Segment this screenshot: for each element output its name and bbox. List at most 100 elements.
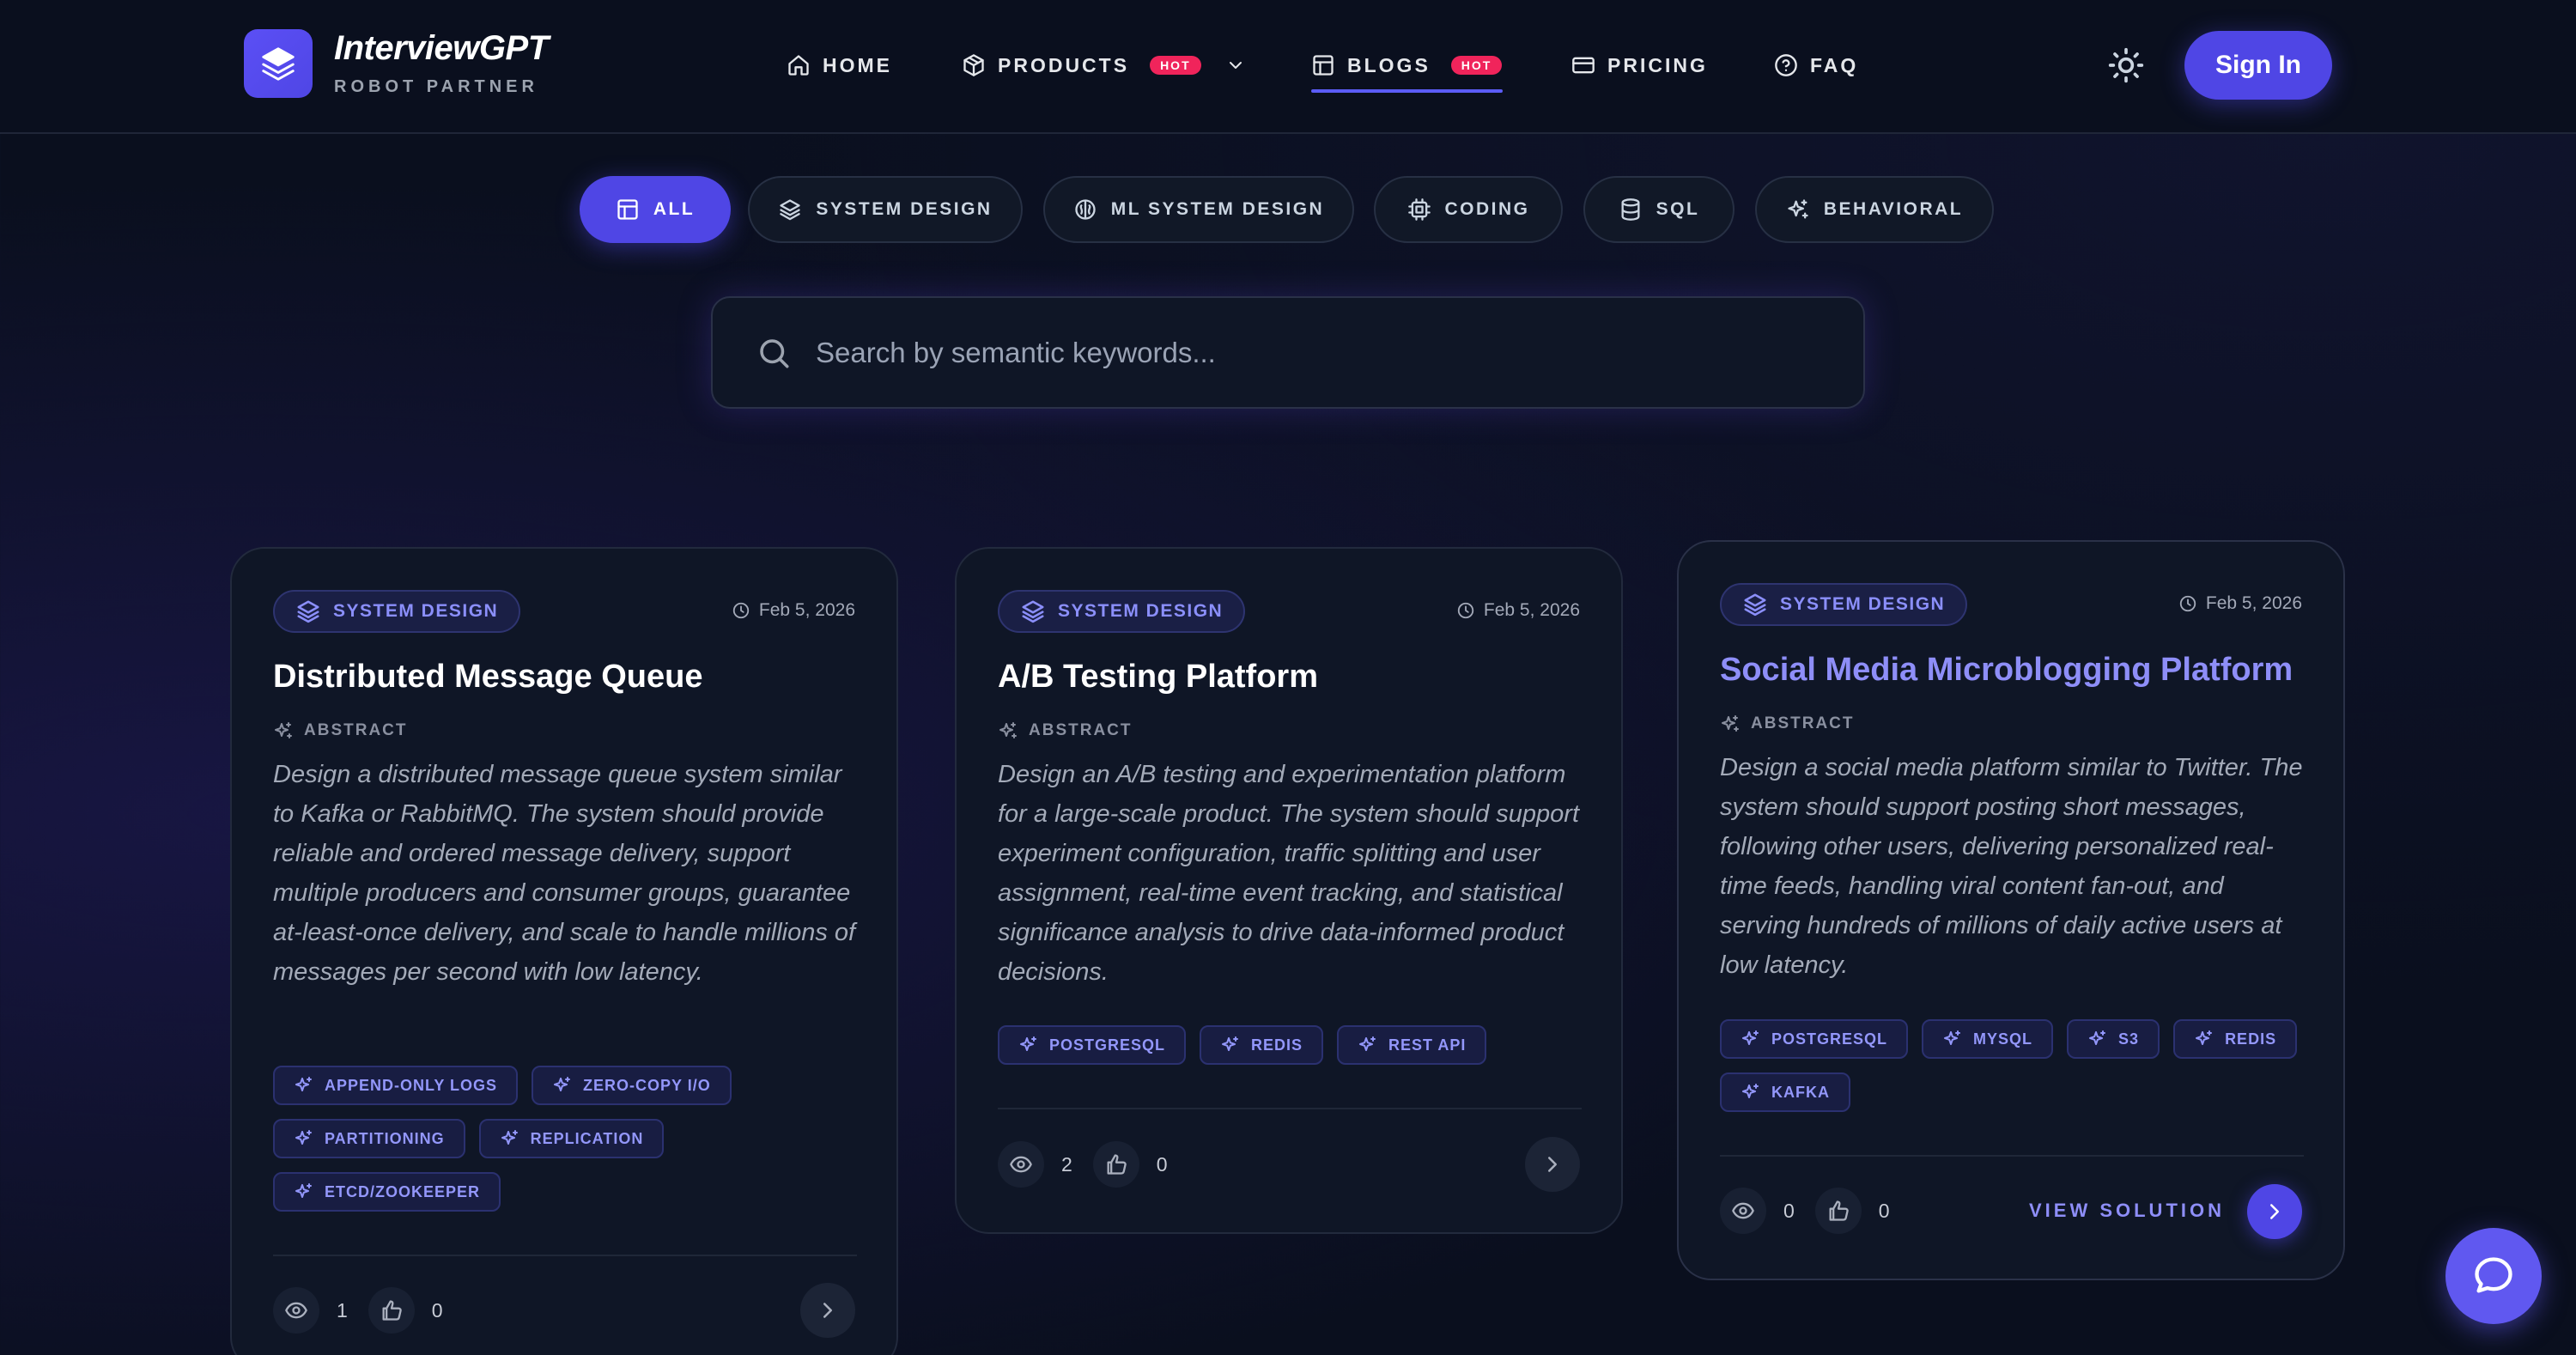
card-description: Design a social media platform similar t… <box>1720 754 2303 979</box>
home-icon <box>788 55 809 76</box>
tag[interactable]: POSTGRESQL <box>998 1025 1187 1065</box>
theme-toggle[interactable] <box>2107 46 2145 84</box>
eye-icon-svg <box>285 1302 307 1319</box>
sparkles-icon <box>1944 1030 1961 1045</box>
filter-coding[interactable]: CODING <box>1374 176 1563 243</box>
layout-icon <box>617 199 638 220</box>
search-input[interactable] <box>816 336 1803 369</box>
nav-faq[interactable]: FAQ <box>1774 50 1858 81</box>
help-circle-icon <box>1775 54 1797 76</box>
database-icon <box>1621 198 1640 221</box>
box-icon <box>963 54 984 76</box>
likes-stat[interactable]: 0 <box>1814 1188 1890 1234</box>
tag-list: POSTGRESQL MYSQL S3 REDIS KAFKA <box>1720 1019 2312 1112</box>
tag[interactable]: KAFKA <box>1720 1072 1850 1112</box>
likes-count: 0 <box>1878 1199 1890 1222</box>
layers-icon <box>780 199 801 221</box>
nav-pricing[interactable]: PRICING <box>1571 50 1708 81</box>
tag[interactable]: REST API <box>1337 1025 1487 1065</box>
sparkles-icon <box>1020 1036 1036 1051</box>
nav-active-indicator <box>1311 89 1503 93</box>
views-stat: 2 <box>998 1141 1072 1188</box>
sign-in-button[interactable]: Sign In <box>2184 31 2332 100</box>
abstract-label: ABSTRACT <box>998 720 1133 741</box>
filter-all[interactable]: ALL <box>580 176 731 243</box>
sun-icon <box>2108 47 2144 83</box>
likes-stat[interactable]: 0 <box>368 1287 443 1334</box>
layers-icon <box>297 600 319 623</box>
tag[interactable]: ETCD/ZOOKEEPER <box>273 1172 501 1212</box>
likes-count: 0 <box>431 1298 443 1322</box>
tag-label: ETCD/ZOOKEEPER <box>325 1182 481 1200</box>
category-label: SYSTEM DESIGN <box>1780 594 1946 614</box>
sparkles-icon <box>295 1130 312 1145</box>
post-date: Feb 5, 2026 <box>1456 600 1580 621</box>
abstract-label-text: ABSTRACT <box>1029 721 1133 739</box>
tag[interactable]: PARTITIONING <box>273 1119 465 1158</box>
card-description: Design an A/B testing and experimentatio… <box>998 761 1579 986</box>
sparkles-icon <box>2196 1030 2213 1045</box>
thumbs-up-icon-svg <box>382 1300 402 1321</box>
eye-icon <box>273 1287 319 1334</box>
category-label: SYSTEM DESIGN <box>333 601 499 621</box>
card-title[interactable]: Distributed Message Queue <box>273 659 702 696</box>
nav-home[interactable]: HOME <box>787 50 892 81</box>
nav-products[interactable]: PRODUCTS HOT <box>962 50 1246 81</box>
category-badge[interactable]: SYSTEM DESIGN <box>998 590 1246 633</box>
views-count: 0 <box>1783 1199 1795 1222</box>
views-count: 2 <box>1061 1152 1072 1176</box>
chevron-down-icon[interactable] <box>1225 55 1246 76</box>
card-stats: 1 0 <box>273 1287 443 1334</box>
thumbs-up-icon-svg <box>1107 1154 1127 1175</box>
filter-sql[interactable]: SQL <box>1583 176 1735 243</box>
chat-button[interactable] <box>2445 1228 2542 1324</box>
layers-icon <box>262 47 295 81</box>
nav-blogs[interactable]: BLOGS HOT <box>1311 50 1503 81</box>
thumbs-up-icon[interactable] <box>1814 1188 1862 1234</box>
category-label: SYSTEM DESIGN <box>1058 601 1224 621</box>
tag[interactable]: REDIS <box>1200 1025 1324 1065</box>
chat-icon <box>2475 1257 2512 1293</box>
category-badge[interactable]: SYSTEM DESIGN <box>1720 583 1968 626</box>
nav-pricing-label: PRICING <box>1607 53 1708 76</box>
card-title[interactable]: A/B Testing Platform <box>998 659 1318 696</box>
filter-behavioral[interactable]: BEHAVIORAL <box>1755 176 1994 243</box>
card-description: Design a distributed message queue syste… <box>273 761 856 986</box>
views-stat: 0 <box>1720 1188 1795 1234</box>
blog-card[interactable]: SYSTEM DESIGN Feb 5, 2026 A/B Testing Pl… <box>955 547 1623 1234</box>
filter-all-label: ALL <box>653 199 696 219</box>
credit-card-icon <box>1572 57 1595 74</box>
thumbs-up-icon[interactable] <box>1092 1141 1139 1188</box>
likes-stat[interactable]: 0 <box>1092 1141 1168 1188</box>
post-date: Feb 5, 2026 <box>2178 593 2302 614</box>
post-date: Feb 5, 2026 <box>732 600 855 621</box>
tag-label: REST API <box>1388 1036 1467 1054</box>
filter-ml-system-design[interactable]: ML SYSTEM DESIGN <box>1043 176 1354 243</box>
tag[interactable]: POSTGRESQL <box>1720 1019 1909 1059</box>
tag[interactable]: S3 <box>2067 1019 2160 1059</box>
filter-sql-label: SQL <box>1656 199 1700 219</box>
view-solution-link[interactable]: VIEW SOLUTION <box>2029 1200 2225 1222</box>
tag[interactable]: REPLICATION <box>478 1119 665 1158</box>
card-title[interactable]: Social Media Microblogging Platform <box>1720 652 2293 689</box>
tag[interactable]: REDIS <box>2173 1019 2298 1059</box>
sparkles-icon <box>999 722 1017 738</box>
thumbs-up-icon[interactable] <box>368 1287 415 1334</box>
sparkles-icon <box>501 1130 518 1145</box>
filter-system-design[interactable]: SYSTEM DESIGN <box>748 176 1023 243</box>
tag[interactable]: ZERO-COPY I/O <box>532 1066 732 1105</box>
filter-ml-system-design-label: ML SYSTEM DESIGN <box>1110 199 1325 219</box>
open-post-button[interactable] <box>2247 1184 2302 1239</box>
open-post-button[interactable] <box>1525 1137 1580 1192</box>
blog-card[interactable]: SYSTEM DESIGN Feb 5, 2026 Distributed Me… <box>230 547 898 1355</box>
sparkles-icon <box>1788 199 1808 219</box>
brand-title[interactable]: InterviewGPT <box>334 29 549 68</box>
open-post-button[interactable] <box>800 1283 855 1338</box>
blog-card[interactable]: SYSTEM DESIGN Feb 5, 2026 Social Media M… <box>1677 540 2345 1280</box>
logo[interactable] <box>244 29 313 98</box>
tag[interactable]: APPEND-ONLY LOGS <box>273 1066 519 1105</box>
brand-subtitle: ROBOT PARTNER <box>334 77 538 96</box>
sparkles-icon <box>295 1077 312 1091</box>
tag[interactable]: MYSQL <box>1922 1019 2054 1059</box>
category-badge[interactable]: SYSTEM DESIGN <box>273 590 521 633</box>
